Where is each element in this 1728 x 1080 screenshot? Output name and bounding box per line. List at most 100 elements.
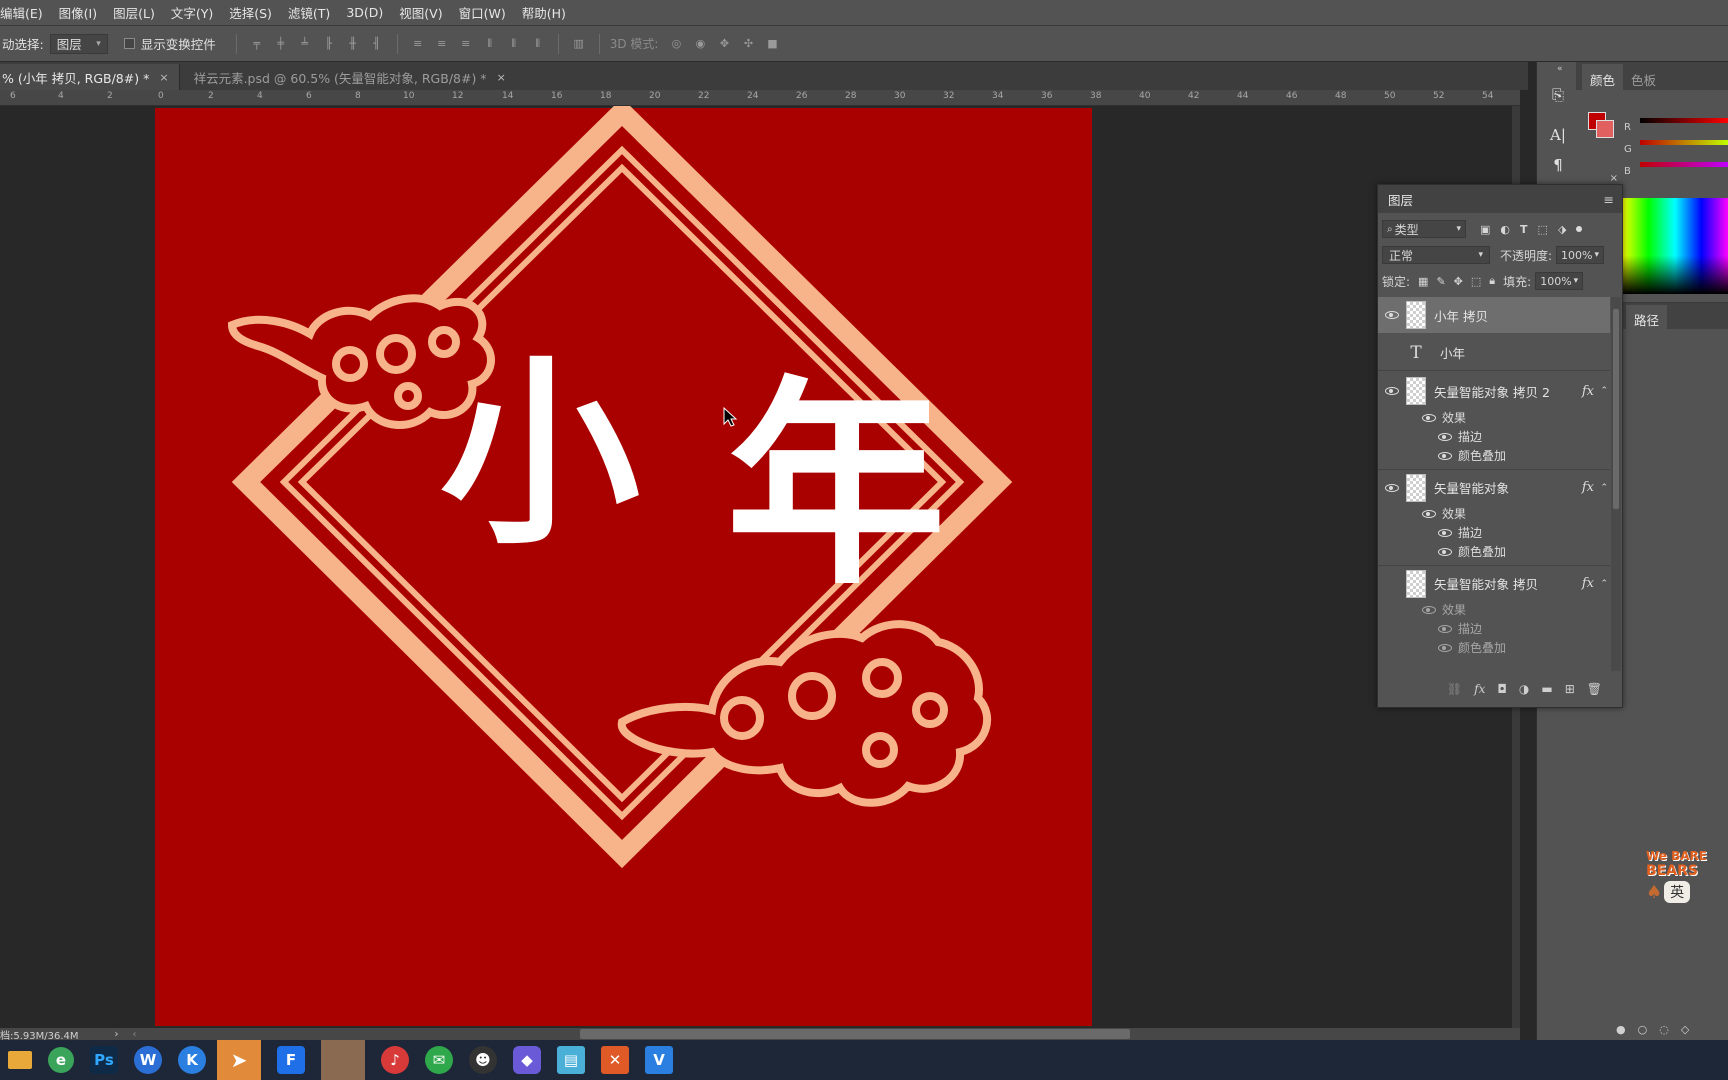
visibility-eye-icon[interactable] [1438,643,1452,652]
visibility-eye-icon[interactable] [1422,509,1436,518]
effect-color-overlay-row[interactable]: 颜色叠加 [1438,639,1506,656]
auto-select-dropdown[interactable]: 图层 ▾ [49,33,108,54]
distribute-left-icon[interactable]: ⫴ [482,37,498,51]
f-app-icon[interactable]: F [277,1046,305,1074]
menu-type[interactable]: 文字(Y) [163,3,221,22]
menu-help[interactable]: 帮助(H) [514,3,574,22]
layers-panel-title[interactable]: 图层 [1388,190,1413,209]
close-icon[interactable]: × [497,71,506,84]
feishu-icon[interactable]: ➤ [217,1040,261,1080]
visibility-empty-box[interactable] [1387,348,1397,358]
tab-swatches[interactable]: 色板 [1623,64,1664,90]
browser-360-icon[interactable]: e [48,1047,74,1073]
layer-row[interactable]: 矢量智能对象 fx ⌃ [1378,469,1610,505]
effect-stroke-row[interactable]: 描边 [1438,428,1482,445]
wechat-icon[interactable]: ✉ [425,1046,453,1074]
opacity-input[interactable]: 100% ▾ [1556,246,1605,264]
character-panel-icon[interactable]: A| [1547,126,1569,148]
notes-app-icon[interactable]: ▤ [557,1046,585,1074]
orbit-3d-icon[interactable]: ◎ [668,37,684,51]
distribute-top-icon[interactable]: ≡ [410,37,426,51]
effect-stroke-row[interactable]: 描边 [1438,620,1482,637]
menu-filter[interactable]: 滤镜(T) [280,3,338,22]
channel-b-slider[interactable] [1640,162,1728,167]
effects-row[interactable]: 效果 [1422,505,1466,522]
collapse-arrow-icon[interactable]: ⌃ [1600,386,1608,396]
fx-icon[interactable]: fx [1582,576,1594,591]
close-icon[interactable]: × [159,71,168,84]
visibility-eye-icon[interactable] [1385,311,1399,319]
gem-app-icon[interactable]: ◆ [513,1046,541,1074]
background-swatch[interactable] [1596,120,1614,138]
scale-3d-icon[interactable]: ■ [764,37,780,51]
effect-color-overlay-row[interactable]: 颜色叠加 [1438,543,1506,560]
align-top-icon[interactable]: ╤ [249,37,265,51]
netease-music-icon[interactable]: ♪ [381,1046,409,1074]
tab-xiangyun[interactable]: 祥云元素.psd @ 60.5% (矢量智能对象, RGB/8#) * × [178,64,516,90]
k-app-icon[interactable]: K [178,1046,206,1074]
canvas-viewport[interactable]: 小 年 [0,106,1520,1028]
menu-image[interactable]: 图像(I) [51,3,105,22]
fill-path-icon[interactable]: ● [1616,1023,1626,1036]
new-group-icon[interactable]: ▬ [1541,682,1552,696]
word-app-icon[interactable]: W [134,1046,162,1074]
fill-input[interactable]: 100% ▾ [1535,272,1584,290]
distribute-bottom-icon[interactable]: ≡ [458,37,474,51]
canvas-document[interactable]: 小 年 [0,106,1520,1028]
load-selection-icon[interactable]: ◌ [1659,1023,1669,1036]
horizontal-ruler[interactable]: 6 4 2 0 2 4 6 8 10 12 14 16 18 20 22 24 … [0,90,1520,106]
effect-stroke-row[interactable]: 描边 [1438,524,1482,541]
paragraph-panel-icon[interactable]: ¶ [1547,156,1569,178]
channel-g-slider[interactable] [1640,140,1728,145]
align-bottom-icon[interactable]: ╧ [297,37,313,51]
collapse-panels-icon[interactable]: « [1557,64,1563,74]
delete-layer-icon[interactable]: 🗑︎ [1587,682,1602,696]
show-transform-checkbox[interactable] [123,38,135,49]
tab-xiaonian-copy[interactable]: % (小年 拷贝, RGB/8#) * × [0,64,179,90]
channel-r-slider[interactable] [1640,118,1728,123]
visibility-eye-icon[interactable] [1385,483,1399,492]
roll-3d-icon[interactable]: ◉ [692,37,708,51]
add-mask-icon[interactable]: ◘ [1497,682,1507,696]
lock-image-icon[interactable]: ✎ [1436,275,1445,288]
file-explorer-icon[interactable] [8,1051,32,1069]
lock-position-icon[interactable]: ✥ [1454,275,1463,288]
visibility-eye-icon[interactable] [1438,624,1452,633]
layer-row[interactable]: T 小年 [1378,335,1610,371]
visibility-eye-icon[interactable] [1438,451,1452,460]
visibility-eye-icon[interactable] [1438,547,1452,556]
panel-menu-icon[interactable]: ≡ [1604,192,1614,207]
distribute-vcenter-icon[interactable]: ≡ [434,37,450,51]
auto-align-icon[interactable]: ▥ [571,37,587,51]
visibility-eye-icon[interactable] [1438,528,1452,537]
color-spectrum[interactable] [1622,198,1728,294]
menu-layer[interactable]: 图层(L) [105,3,163,22]
pan-3d-icon[interactable]: ✥ [716,37,732,51]
align-vcenter-icon[interactable]: ╪ [273,37,289,51]
distribute-right-icon[interactable]: ⫴ [530,37,546,51]
tab-paths[interactable]: 路径 [1626,305,1668,329]
qq-icon[interactable]: ☻ [469,1046,497,1074]
effect-color-overlay-row[interactable]: 颜色叠加 [1438,447,1506,464]
visibility-eye-icon[interactable] [1422,605,1436,614]
filter-smart-icon[interactable]: ⬗ [1558,223,1566,236]
align-left-icon[interactable]: ╟ [321,37,337,51]
clone-source-icon[interactable]: ⎘ [1547,86,1569,108]
filter-type-icon[interactable]: T [1520,223,1528,236]
collapse-arrow-icon[interactable]: ⌃ [1600,579,1608,589]
menu-edit[interactable]: 编辑(E) [0,3,51,22]
menu-select[interactable]: 选择(S) [221,3,280,22]
horizontal-scrollbar-thumb[interactable] [580,1029,1130,1039]
fx-icon[interactable]: fx [1582,384,1594,399]
tab-color[interactable]: 颜色 [1582,64,1624,90]
layer-row[interactable]: 矢量智能对象 拷贝 2 fx ⌃ [1378,373,1610,409]
menu-window[interactable]: 窗口(W) [451,3,514,22]
filter-adjustment-icon[interactable]: ◐ [1500,223,1510,236]
visibility-empty-box[interactable] [1387,579,1397,589]
vip-app-icon[interactable]: V [645,1046,673,1074]
filter-shape-icon[interactable]: ⬚ [1538,223,1548,236]
layer-row[interactable]: 矢量智能对象 拷贝 fx ⌃ [1378,565,1610,601]
filter-toggle-icon[interactable] [1576,226,1583,232]
collapse-arrow-icon[interactable]: ⌃ [1600,483,1608,493]
fx-icon[interactable]: fx [1582,480,1594,495]
